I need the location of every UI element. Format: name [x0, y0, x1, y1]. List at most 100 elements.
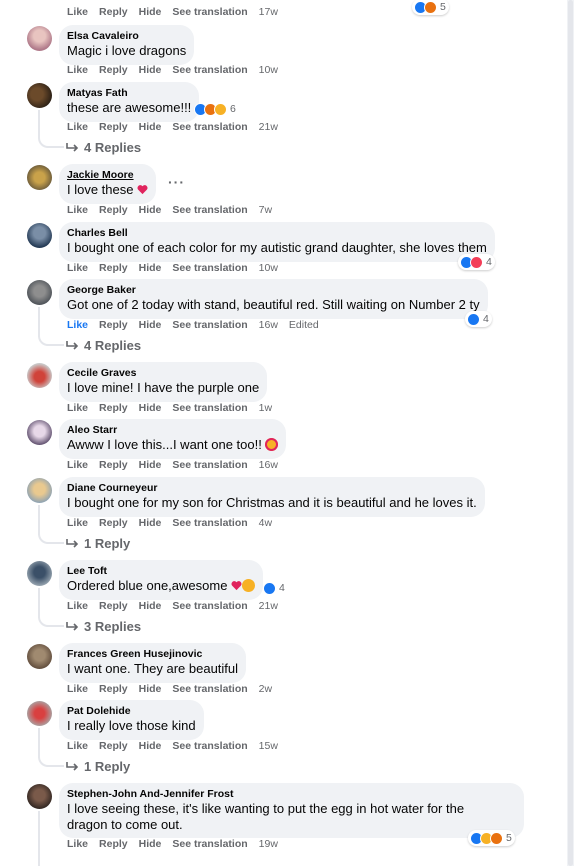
comment-time[interactable]: 21w — [259, 600, 278, 612]
like-button[interactable]: Like — [67, 683, 88, 695]
like-button[interactable]: Like — [67, 600, 88, 612]
reaction-summary[interactable]: 4 — [465, 311, 492, 327]
view-replies-button[interactable]: 3 Replies — [66, 619, 141, 634]
reply-button[interactable]: Reply — [99, 517, 128, 529]
comment-author[interactable]: Cecile Graves — [67, 367, 259, 380]
reply-button[interactable]: Reply — [99, 838, 128, 850]
see-translation-button[interactable]: See translation — [172, 517, 247, 529]
like-button[interactable]: Like — [67, 402, 88, 414]
hide-button[interactable]: Hide — [139, 319, 162, 331]
view-replies-button[interactable]: 4 Replies — [66, 338, 141, 353]
avatar[interactable] — [27, 701, 52, 726]
reply-button[interactable]: Reply — [99, 64, 128, 76]
reaction-summary[interactable]: 6 — [192, 101, 239, 117]
hide-button[interactable]: Hide — [139, 740, 162, 752]
see-translation-button[interactable]: See translation — [172, 64, 247, 76]
see-translation-button[interactable]: See translation — [172, 204, 247, 216]
reply-button[interactable]: Reply — [99, 204, 128, 216]
reply-button[interactable]: Reply — [99, 6, 128, 18]
like-button[interactable]: Like — [67, 204, 88, 216]
comment-author[interactable]: Charles Bell — [67, 227, 487, 240]
see-translation-button[interactable]: See translation — [172, 402, 247, 414]
reply-button[interactable]: Reply — [99, 319, 128, 331]
reply-button[interactable]: Reply — [99, 683, 128, 695]
reply-button[interactable]: Reply — [99, 600, 128, 612]
scrollbar-thumb[interactable] — [568, 0, 573, 866]
reply-button[interactable]: Reply — [99, 121, 128, 133]
avatar[interactable] — [27, 363, 52, 388]
reply-button[interactable]: Reply — [99, 402, 128, 414]
comment-author[interactable]: Diane Courneyeur — [67, 482, 477, 495]
hide-button[interactable]: Hide — [139, 204, 162, 216]
avatar[interactable] — [27, 561, 52, 586]
hide-button[interactable]: Hide — [139, 683, 162, 695]
see-translation-button[interactable]: See translation — [172, 6, 247, 18]
scrollbar[interactable] — [567, 0, 574, 866]
see-translation-button[interactable]: See translation — [172, 740, 247, 752]
comment-time[interactable]: 16w — [259, 319, 278, 331]
hide-button[interactable]: Hide — [139, 6, 162, 18]
hide-button[interactable]: Hide — [139, 517, 162, 529]
avatar[interactable] — [27, 784, 52, 809]
like-button[interactable]: Like — [67, 262, 88, 274]
reaction-summary[interactable]: 4 — [458, 254, 495, 270]
comment-author[interactable]: Jackie Moore — [67, 169, 148, 182]
comment-author[interactable]: George Baker — [67, 284, 480, 297]
reply-button[interactable]: Reply — [99, 740, 128, 752]
see-translation-button[interactable]: See translation — [172, 838, 247, 850]
like-button[interactable]: Like — [67, 64, 88, 76]
comment-time[interactable]: 10w — [259, 64, 278, 76]
hide-button[interactable]: Hide — [139, 64, 162, 76]
comment-time[interactable]: 1w — [259, 402, 272, 414]
comment-author[interactable]: Stephen-John And-Jennifer Frost — [67, 788, 516, 801]
comment-time[interactable]: 16w — [259, 459, 278, 471]
comment-author[interactable]: Matyas Fath — [67, 87, 191, 100]
avatar[interactable] — [27, 280, 52, 305]
hide-button[interactable]: Hide — [139, 402, 162, 414]
reaction-summary[interactable]: 4 — [261, 580, 288, 596]
comment-author[interactable]: Lee Toft — [67, 565, 255, 578]
like-button[interactable]: Like — [67, 319, 88, 331]
see-translation-button[interactable]: See translation — [172, 121, 247, 133]
hide-button[interactable]: Hide — [139, 262, 162, 274]
avatar[interactable] — [27, 165, 52, 190]
avatar[interactable] — [27, 83, 52, 108]
hide-button[interactable]: Hide — [139, 838, 162, 850]
like-button[interactable]: Like — [67, 740, 88, 752]
reply-button[interactable]: Reply — [99, 262, 128, 274]
avatar[interactable] — [27, 223, 52, 248]
reaction-summary[interactable]: 5 — [412, 0, 449, 15]
like-button[interactable]: Like — [67, 459, 88, 471]
see-translation-button[interactable]: See translation — [172, 262, 247, 274]
comment-time[interactable]: 7w — [259, 204, 272, 216]
like-button[interactable]: Like — [67, 121, 88, 133]
see-translation-button[interactable]: See translation — [172, 600, 247, 612]
more-options-icon[interactable]: ··· — [168, 174, 185, 190]
see-translation-button[interactable]: See translation — [172, 319, 247, 331]
comment-author[interactable]: Aleo Starr — [67, 424, 278, 437]
comment-time[interactable]: 17w — [259, 6, 278, 18]
reply-button[interactable]: Reply — [99, 459, 128, 471]
avatar[interactable] — [27, 26, 52, 51]
avatar[interactable] — [27, 644, 52, 669]
view-replies-button[interactable]: 4 Replies — [66, 140, 141, 155]
comment-time[interactable]: 19w — [259, 838, 278, 850]
reaction-summary[interactable]: 5 — [468, 830, 515, 846]
see-translation-button[interactable]: See translation — [172, 459, 247, 471]
comment-time[interactable]: 21w — [259, 121, 278, 133]
hide-button[interactable]: Hide — [139, 121, 162, 133]
like-button[interactable]: Like — [67, 6, 88, 18]
avatar[interactable] — [27, 420, 52, 445]
hide-button[interactable]: Hide — [139, 600, 162, 612]
see-translation-button[interactable]: See translation — [172, 683, 247, 695]
like-button[interactable]: Like — [67, 517, 88, 529]
comment-author[interactable]: Pat Dolehide — [67, 705, 196, 718]
comment-time[interactable]: 4w — [259, 517, 272, 529]
comment-author[interactable]: Frances Green Husejinovic — [67, 648, 238, 661]
like-button[interactable]: Like — [67, 838, 88, 850]
comment-time[interactable]: 10w — [259, 262, 278, 274]
view-replies-button[interactable]: 1 Reply — [66, 536, 130, 551]
view-replies-button[interactable]: 1 Reply — [66, 759, 130, 774]
comment-time[interactable]: 2w — [259, 683, 272, 695]
hide-button[interactable]: Hide — [139, 459, 162, 471]
